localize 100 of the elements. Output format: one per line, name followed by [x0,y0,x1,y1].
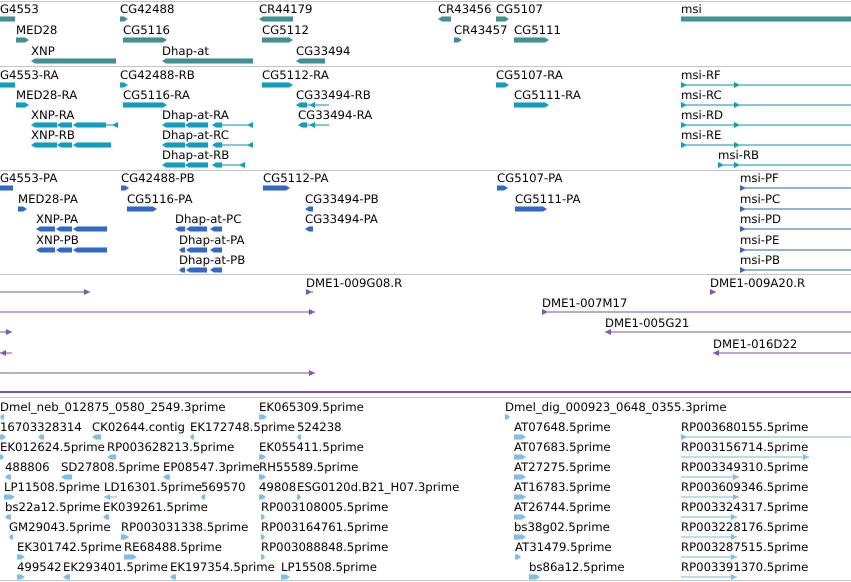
feature-label: CG5107-RA [496,68,563,82]
feature-label: EK197354.5prime [170,560,275,574]
feature-label: DME1-005G21 [605,316,690,330]
feature-label: CG42488 [120,2,174,16]
feature-label: XNP-RB [31,128,75,142]
feature-label: AT26744.5prime [514,500,611,514]
feature-label: CG5116-RA [123,88,190,102]
feature-label: Dhap-at-PA [179,232,244,246]
feature-label: Dhap-at-RB [162,148,230,162]
feature-label: Dhap-at-RC [162,128,229,142]
gene-glyph [0,16,15,22]
feature-label: CG5111 [514,23,561,37]
feature-label: DME1-009A20.R [710,276,806,290]
feature-label: RP003088848.5prime [261,540,388,554]
feature-label: MED28 [16,23,58,37]
feature-label: Dhap-at-RA [162,108,229,122]
feature-label: MED28-PA [18,192,78,206]
feature-label: 524238 [297,420,342,434]
feature-label: LP11508.5prime [4,480,100,494]
feature-label: 49808 [259,480,296,494]
feature-label: EK012624.5prime [0,440,105,454]
feature-label: msi-RC [681,88,722,102]
feature-label: CG33494 [296,44,350,58]
feature-label: Dhap-at-PC [175,212,242,226]
feature-label: RP003164761.5prime [261,520,388,534]
feature-label: CR43456 [438,2,492,16]
feature-label: EK293401.5prime [63,560,168,574]
feature-label: RP003156714.5prime [681,440,808,454]
feature-label: DME1-007M17 [542,296,628,310]
feature-label: LP15508.5prime [281,560,377,574]
feature-label: AT31479.5prime [515,540,612,554]
feature-label: CG5116 [123,23,170,37]
feature-label: RP003108005.5prime [261,500,388,514]
feature-label: ESG0120d.B21_H07.3prime [297,480,460,494]
feature-label: EK065309.5prime [259,400,364,414]
feature-label: EP08547.3prime [163,460,260,474]
feature-label: SD27808.5prime [61,460,160,474]
feature-label: CG5107 [496,2,543,16]
feature-label: msi-RE [681,128,722,142]
feature-label: Dmel_neb_012875_0580_2549.3prime [0,400,226,414]
feature-label: DME1-016D22 [713,336,798,351]
feature-label: msi [681,2,702,16]
feature-label: CG42488-RB [120,68,195,82]
feature-label: CG5111-PA [515,192,580,206]
feature-label: bs38g02.5prime [514,520,610,534]
feature-label: msi-RF [681,68,721,82]
feature-label: CG33494-RA [298,108,372,122]
feature-label: LD16301.5prime [104,480,202,494]
feature-label: 488806 [5,460,50,474]
feature-label: msi-PC [740,192,780,206]
feature-label: Dhap-at [162,44,209,58]
protein-glyph [0,185,13,191]
feature-label: Dmel_dig_000923_0648_0355.3prime [505,400,727,414]
feature-label: CG5111-RA [514,88,581,102]
feature-label: bs22a12.5prime [5,500,101,514]
feature-label: MED28-RA [16,88,78,102]
feature-label: msi-PD [740,212,781,226]
feature-label: CG5112-RA [262,68,329,82]
feature-label: 16703328314 [0,420,82,434]
feature-label: EK055411.5prime [259,440,364,454]
feature-label: msi-PF [740,171,779,185]
feature-label: CG33494-PB [305,192,379,206]
feature-label: AT07648.5prime [514,420,611,434]
feature-label: CG5116-PA [127,192,192,206]
feature-label: XNP [31,44,55,58]
feature-label: CG33494-RB [296,88,371,102]
feature-label: CG5112-PA [263,171,328,185]
feature-label: AT27275.5prime [514,460,611,474]
feature-label: GM29043.5prime [9,520,111,534]
feature-label: CG33494-PA [305,212,378,226]
feature-label: RP003031338.5prime [121,520,248,534]
feature-label: CK02644.contig [92,420,185,434]
feature-label: CR43457 [454,23,508,37]
feature-label: RP003349310.5prime [681,460,808,474]
feature-label: RH55589.5prime [259,460,358,474]
feature-label: RP003287515.5prime [681,540,808,554]
feature-label: DME1-009G08.R [306,276,402,290]
feature-label: G4553-RA [0,68,59,82]
feature-label: XNP-PB [36,232,79,246]
feature-label: G4553-PA [0,171,58,185]
feature-label: RP003628213.5prime [107,440,234,454]
feature-label: CR44179 [259,2,312,16]
transcript-glyph [0,82,15,88]
feature-label: msi-PB [740,253,780,267]
feature-label: msi-PE [740,232,780,246]
feature-label: RP003324317.5prime [681,500,808,514]
feature-label: XNP-PA [36,212,78,226]
feature-label: G4553 [0,2,39,16]
feature-label: bs86a12.5prime [529,560,625,574]
feature-label: CG42488-PB [121,171,195,185]
feature-label: msi-RB [718,148,760,162]
feature-label: Dhap-at-PB [179,253,246,267]
feature-label: EK172748.5prime [190,420,295,434]
feature-label: RP003609346.5prime [681,480,808,494]
feature-label: RE68488.5prime [124,540,222,554]
feature-label: CG5112 [262,23,309,37]
feature-label: 499542 [17,560,62,574]
feature-label: msi-RD [681,108,724,122]
feature-label: 569570 [201,480,246,494]
feature-label: EK039261.5prime [103,500,208,514]
